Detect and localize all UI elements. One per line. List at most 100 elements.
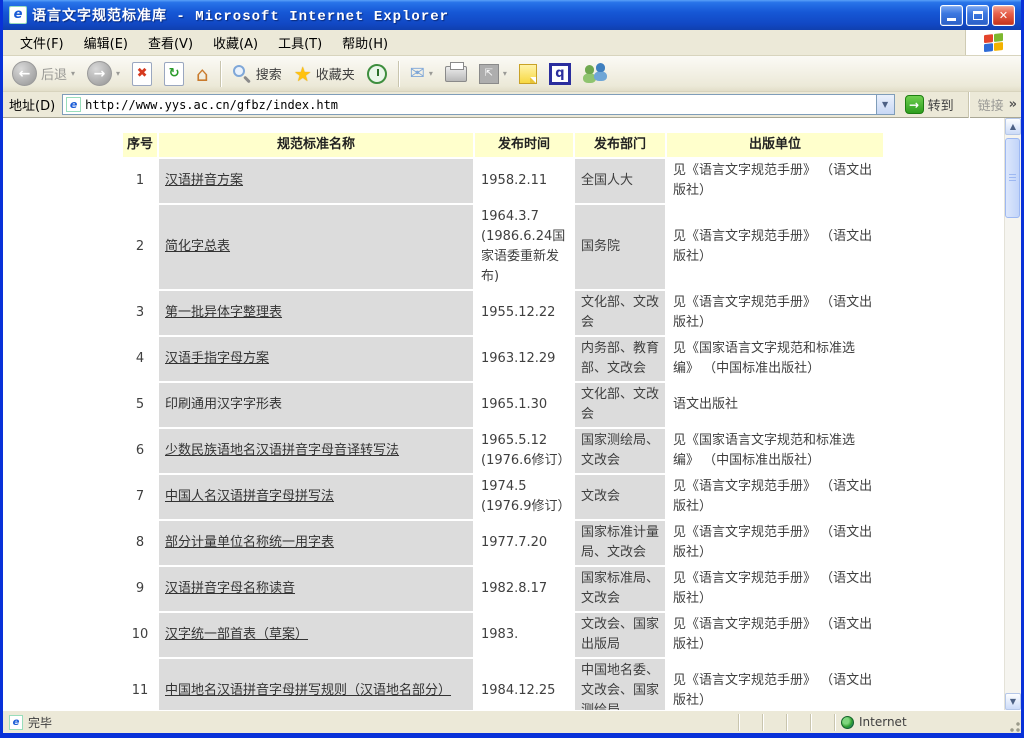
- search-button[interactable]: 搜索: [227, 61, 287, 87]
- forward-icon: →: [87, 61, 112, 86]
- stop-icon: ✖: [132, 62, 152, 86]
- header-publish-date: 发布时间: [475, 133, 573, 157]
- publisher-cell: 见《语言文字规范手册》 （语文出版社）: [667, 159, 883, 203]
- publish-dept-cell: 国家标准局、文改会: [575, 567, 665, 611]
- back-button[interactable]: ← 后退 ▾: [7, 58, 80, 89]
- publish-dept-cell: 国家测绘局、文改会: [575, 429, 665, 473]
- serial-cell: 4: [123, 337, 157, 381]
- menu-help[interactable]: 帮助(H): [333, 30, 397, 55]
- links-label[interactable]: 链接: [978, 95, 1004, 114]
- internet-globe-icon: [841, 716, 854, 729]
- menu-favorites[interactable]: 收藏(A): [204, 30, 267, 55]
- serial-cell: 5: [123, 383, 157, 427]
- scrollbar-thumb[interactable]: [1005, 138, 1020, 218]
- standard-name-link[interactable]: 第一批异体字整理表: [165, 305, 282, 320]
- print-button[interactable]: [440, 63, 472, 85]
- windows-logo-box: [965, 30, 1021, 55]
- page-content: 序号 规范标准名称 发布时间 发布部门 出版单位 1 汉语拼音方案 1958.2…: [3, 118, 1021, 710]
- publisher-cell: 见《语言文字规范手册》 （语文出版社）: [667, 205, 883, 289]
- standard-buttons-toolbar: ← 后退 ▾ → ▾ ✖ ↻ ⌂ 搜索 ★ 收藏夹 ✉ ▾ ⇱ ▾: [3, 56, 1021, 92]
- publish-dept-cell: 文化部、文改会: [575, 291, 665, 335]
- publisher-cell: 见《国家语言文字规范和标准选编》 （中国标准出版社）: [667, 337, 883, 381]
- publisher-cell: 语文出版社: [667, 383, 883, 427]
- publish-date-cell: 1982.8.17: [475, 567, 573, 611]
- forward-dropdown-icon[interactable]: ▾: [116, 69, 120, 78]
- publisher-cell: 见《语言文字规范手册》 （语文出版社）: [667, 291, 883, 335]
- toolbar-separator: [220, 61, 221, 87]
- back-label: 后退: [41, 64, 67, 83]
- standard-name-cell: 印刷通用汉字字形表: [159, 383, 473, 427]
- serial-cell: 11: [123, 659, 157, 710]
- standard-name-link[interactable]: 汉语手指字母方案: [165, 351, 269, 366]
- minimize-icon: [947, 18, 956, 21]
- url-text[interactable]: http://www.yys.ac.cn/gfbz/index.htm: [85, 98, 875, 112]
- publish-dept-cell: 文改会、国家出版局: [575, 613, 665, 657]
- mail-button[interactable]: ✉ ▾: [405, 62, 438, 86]
- publisher-cell: 见《语言文字规范手册》 （语文出版社）: [667, 567, 883, 611]
- standard-name-link[interactable]: 汉语拼音字母名称读音: [165, 581, 295, 596]
- menu-file[interactable]: 文件(F): [11, 30, 73, 55]
- links-chevron-icon[interactable]: »: [1009, 97, 1017, 112]
- address-combo[interactable]: e http://www.yys.ac.cn/gfbz/index.htm ▼: [62, 94, 894, 115]
- standard-name-cell: 中国人名汉语拼音字母拼写法: [159, 475, 473, 519]
- table-row: 4 汉语手指字母方案 1963.12.29 内务部、教育部、文改会 见《国家语言…: [123, 337, 883, 381]
- favorites-star-icon: ★: [294, 64, 312, 84]
- menu-edit[interactable]: 编辑(E): [75, 30, 137, 55]
- edit-button[interactable]: ⇱ ▾: [474, 61, 512, 87]
- qq-button[interactable]: q: [544, 60, 576, 88]
- publish-dept-cell: 文改会: [575, 475, 665, 519]
- standards-table: 序号 规范标准名称 发布时间 发布部门 出版单位 1 汉语拼音方案 1958.2…: [121, 131, 885, 710]
- menu-view[interactable]: 查看(V): [139, 30, 202, 55]
- home-icon: ⌂: [196, 64, 209, 84]
- messenger-button[interactable]: [578, 60, 612, 88]
- maximize-button[interactable]: [966, 5, 989, 26]
- serial-cell: 1: [123, 159, 157, 203]
- status-pane: [810, 714, 834, 731]
- menu-tools[interactable]: 工具(T): [269, 30, 331, 55]
- minimize-button[interactable]: [940, 5, 963, 26]
- resize-grip[interactable]: [1007, 719, 1020, 732]
- forward-button[interactable]: → ▾: [82, 58, 125, 89]
- scrollbar-track[interactable]: [1005, 135, 1021, 693]
- scrollbar-grip-icon: [1009, 174, 1016, 182]
- scroll-up-button[interactable]: ▲: [1005, 118, 1021, 135]
- scroll-down-button[interactable]: ▼: [1005, 693, 1021, 710]
- standard-name-link[interactable]: 中国地名汉语拼音字母拼写规则（汉语地名部分）: [165, 683, 451, 698]
- publish-date-cell: 1958.2.11: [475, 159, 573, 203]
- vertical-scrollbar[interactable]: ▲ ▼: [1004, 118, 1021, 710]
- mail-dropdown-icon[interactable]: ▾: [429, 69, 433, 78]
- standard-name-link[interactable]: 汉语拼音方案: [165, 173, 243, 188]
- publish-dept-cell: 国务院: [575, 205, 665, 289]
- standard-name-cell: 中国地名汉语拼音字母拼写规则（汉语地名部分）: [159, 659, 473, 710]
- standard-name-link[interactable]: 汉字统一部首表（草案）: [165, 627, 308, 642]
- close-button[interactable]: ✕: [992, 5, 1015, 26]
- standard-name-link[interactable]: 简化字总表: [165, 239, 230, 254]
- home-button[interactable]: ⌂: [191, 61, 214, 87]
- history-button[interactable]: [362, 61, 392, 87]
- header-serial: 序号: [123, 133, 157, 157]
- serial-cell: 3: [123, 291, 157, 335]
- address-dropdown-button[interactable]: ▼: [876, 95, 894, 114]
- standard-name-link[interactable]: 中国人名汉语拼音字母拼写法: [165, 489, 334, 504]
- discuss-button[interactable]: [514, 61, 542, 87]
- standard-name-link: 印刷通用汉字字形表: [165, 397, 282, 412]
- edit-dropdown-icon[interactable]: ▾: [503, 69, 507, 78]
- standard-name-link[interactable]: 部分计量单位名称统一用字表: [165, 535, 334, 550]
- address-label: 地址(D): [7, 95, 57, 114]
- standard-name-cell: 汉字统一部首表（草案）: [159, 613, 473, 657]
- header-publish-dept: 发布部门: [575, 133, 665, 157]
- status-text: 完毕: [28, 714, 52, 731]
- table-row: 3 第一批异体字整理表 1955.12.22 文化部、文改会 见《语言文字规范手…: [123, 291, 883, 335]
- history-icon: [367, 64, 387, 84]
- publisher-cell: 见《语言文字规范手册》 （语文出版社）: [667, 659, 883, 710]
- go-button[interactable]: → 转到: [900, 93, 959, 116]
- stop-button[interactable]: ✖: [127, 59, 157, 89]
- publisher-cell: 见《语言文字规范手册》 （语文出版社）: [667, 475, 883, 519]
- back-dropdown-icon[interactable]: ▾: [71, 69, 75, 78]
- standard-name-link[interactable]: 少数民族语地名汉语拼音字母音译转写法: [165, 443, 399, 458]
- favorites-button[interactable]: ★ 收藏夹: [289, 61, 360, 87]
- refresh-button[interactable]: ↻: [159, 59, 189, 89]
- publish-date-cell: 1955.12.22: [475, 291, 573, 335]
- publish-dept-cell: 中国地名委、文改会、国家测绘局: [575, 659, 665, 710]
- go-label: 转到: [928, 95, 954, 114]
